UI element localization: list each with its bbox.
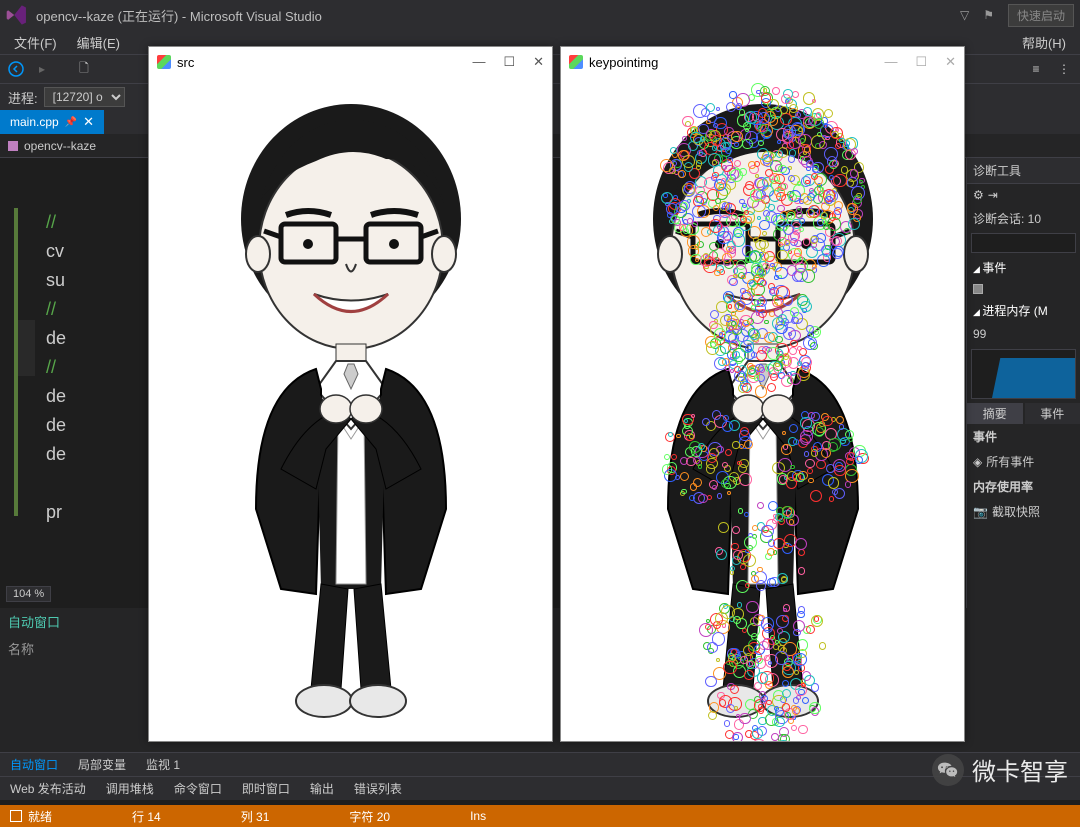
watermark: 微卡智享 [932,752,1068,787]
export-icon[interactable]: ⇥ [988,188,998,202]
status-col: 列 31 [241,808,270,825]
memory-graph [971,349,1076,399]
pin-icon[interactable]: 📌 [65,117,77,128]
tab-callstack[interactable]: 调用堆栈 [96,777,164,800]
process-label: 进程: [8,88,38,107]
snapshot-button[interactable]: 📷截取快照 [967,499,1080,524]
camera-icon: 📷 [973,505,988,519]
status-line: 行 14 [132,808,161,825]
diag-session: 诊断会话: 10 [967,206,1080,231]
nav-fwd-icon[interactable]: ▸ [32,59,52,79]
diag-toolbar: ⚙ ⇥ [967,184,1080,206]
nav-back-icon[interactable] [6,59,26,79]
tab-autos[interactable]: 自动窗口 [0,753,68,776]
tab-immediate[interactable]: 即时窗口 [232,777,300,800]
tab-summary[interactable]: 摘要 [967,403,1023,424]
maximize-icon[interactable]: ☐ [915,54,927,70]
maximize-icon[interactable]: ☐ [503,54,515,70]
notify-icon[interactable]: ⚑ [983,8,994,22]
kp-titlebar[interactable]: keypointimg — ☐ ✕ [561,47,964,77]
close-icon[interactable]: ✕ [945,54,956,70]
keypoint-image [561,77,964,741]
minimize-icon[interactable]: — [884,54,897,70]
bottom-tabs-1: 自动窗口 局部变量 监视 1 [0,752,1080,776]
tab-webpublish[interactable]: Web 发布活动 [0,777,96,800]
zoom-level[interactable]: 104 % [6,586,51,602]
window-src[interactable]: src — ☐ ✕ [148,46,553,742]
bottom-tabs-2: Web 发布活动 调用堆栈 命令窗口 即时窗口 输出 错误列表 [0,776,1080,800]
quick-launch[interactable]: 快速启动 [1008,4,1074,27]
opencv-icon [569,55,583,69]
mem-section[interactable]: 进程内存 (M [967,298,1080,323]
status-ins: Ins [470,809,486,823]
funnel-icon[interactable]: ▽ [960,8,969,22]
window-title: opencv--kaze (正在运行) - Microsoft Visual S… [36,6,322,25]
all-events[interactable]: ◈所有事件 [967,449,1080,474]
diamond-icon: ◈ [973,455,982,469]
events-section[interactable]: 事件 [967,255,1080,280]
tab-main-cpp[interactable]: main.cpp 📌 ✕ [0,110,104,134]
src-titlebar[interactable]: src — ☐ ✕ [149,47,552,77]
gear-icon[interactable]: ⚙ [973,188,984,202]
toolbar-icon[interactable]: ≡ [1026,59,1046,79]
process-select[interactable]: [12720] o [44,87,125,107]
diag-header: 诊断工具 [967,158,1080,184]
diagnostics-panel: 诊断工具 ⚙ ⇥ 诊断会话: 10 事件 进程内存 (M 99 摘要 事件 事件… [966,158,1080,608]
status-char: 字符 20 [349,808,390,825]
opencv-icon [157,55,171,69]
src-image [149,77,552,741]
status-bar: 就绪 行 14 列 31 字符 20 Ins [0,805,1080,827]
wechat-icon [932,754,964,786]
vs-logo-icon [6,4,28,26]
menu-edit[interactable]: 编辑(E) [69,31,128,54]
title-bar: opencv--kaze (正在运行) - Microsoft Visual S… [0,0,1080,30]
tab-errorlist[interactable]: 错误列表 [344,777,412,800]
tab-locals[interactable]: 局部变量 [68,753,136,776]
diag-tabs: 摘要 事件 [967,403,1080,424]
close-icon[interactable]: ✕ [83,114,94,130]
tab-command[interactable]: 命令窗口 [164,777,232,800]
menu-help[interactable]: 帮助(H) [1014,31,1074,54]
tab-watch[interactable]: 监视 1 [136,753,190,776]
tab-output[interactable]: 输出 [300,777,344,800]
tab-events[interactable]: 事件 [1025,403,1080,424]
new-file-icon[interactable]: 🗋 [74,59,94,79]
window-keypoint[interactable]: keypointimg — ☐ ✕ [560,46,965,742]
minimize-icon[interactable]: — [472,54,485,70]
filter-icon[interactable]: ⋮ [1054,59,1074,79]
stop-icon[interactable] [10,810,22,822]
close-icon[interactable]: ✕ [533,54,544,70]
menu-file[interactable]: 文件(F) [6,31,65,54]
